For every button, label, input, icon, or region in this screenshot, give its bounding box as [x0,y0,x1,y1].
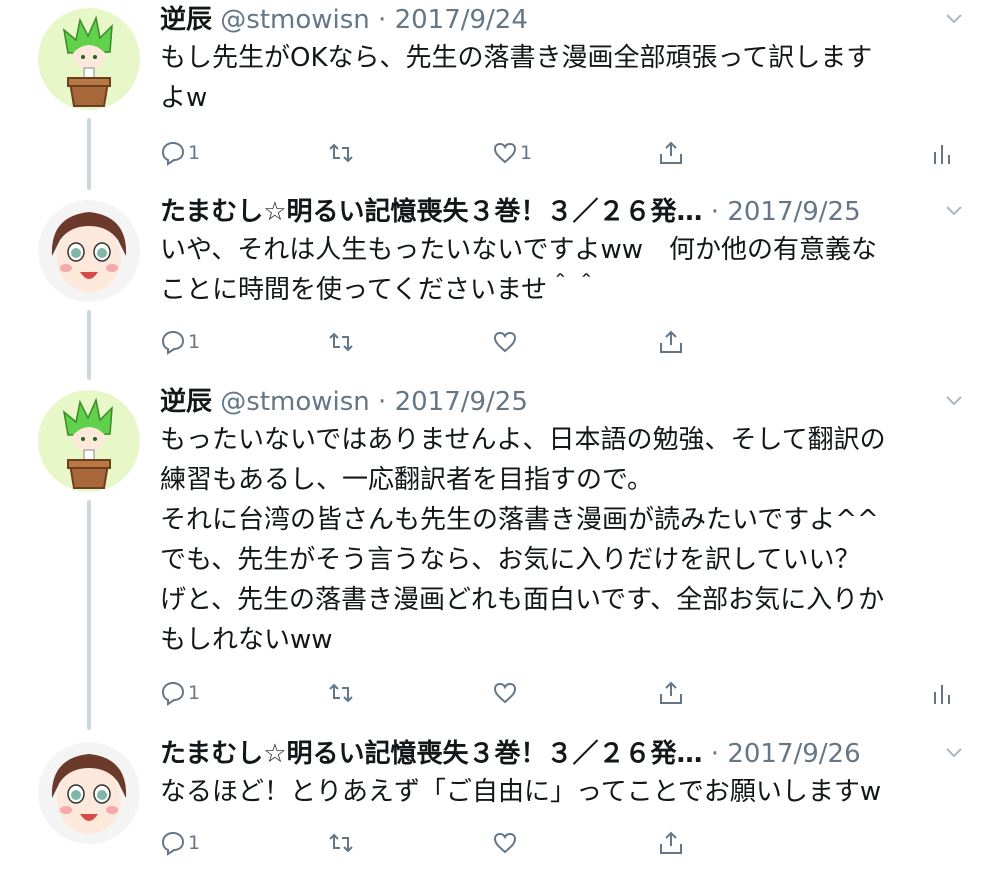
tweet-actions: 1 1 [160,138,960,168]
retweet-icon [329,143,353,163]
tweet-text-line: もしれないww [160,625,333,655]
separator: · [369,387,395,417]
tweet-actions: 1 [160,828,960,858]
tweet-text: なるほど！とりあえず「ご自由に」ってことでお願いしますw [160,772,960,812]
green-hair-plant-pot-avatar-icon [38,390,140,492]
like-button[interactable] [492,327,518,357]
like-button[interactable] [492,678,518,708]
tweet-text-line: もったいないではありませんよ、日本語の勉強、そして翻訳の [160,425,886,455]
tweet-text: いや、それは人生もったいないですよww 何か他の有意義な ことに時間を使ってくだ… [160,230,960,310]
avatar[interactable] [38,200,140,302]
share-button[interactable] [658,327,684,357]
user-handle[interactable]: @stmowisn [220,387,370,417]
tweet-text-line: よw [160,83,208,113]
tweet-text-line: げと、先生の落書き漫画どれも面白いです、全部お気に入りか [160,585,885,615]
share-button[interactable] [658,678,684,708]
reply-count: 1 [188,832,201,854]
like-button[interactable] [492,828,518,858]
reply-count: 1 [188,331,201,353]
tweet-text-line: もし先生がOKなら、先生の落書き漫画全部頑張って訳します [160,43,873,73]
retweet-button[interactable] [328,138,354,168]
tweet-header: たまむし☆明るい記憶喪失３巻！３／２６発… · 2017/9/25 [160,192,964,232]
brown-hair-girl-avatar-icon [38,742,140,844]
tweet-date[interactable]: 2017/9/26 [727,739,860,769]
analytics-icon [934,145,950,164]
heart-icon [493,142,517,164]
share-icon [660,831,682,854]
display-name[interactable]: 逆辰 [160,387,212,417]
chevron-down-icon[interactable] [944,12,964,26]
user-handle[interactable]: @stmowisn [220,5,370,35]
retweet-icon [329,683,353,703]
analytics-button[interactable] [932,138,952,168]
retweet-button[interactable] [328,327,354,357]
tweet-text-line: ことに時間を使ってくださいませ＾＾ [160,275,600,305]
display-name[interactable]: たまむし☆明るい記憶喪失３巻！３／２６発… [160,739,703,769]
chevron-down-icon[interactable] [944,746,964,760]
thread-line [87,500,91,730]
separator: · [369,5,395,35]
tweet-header: 逆辰 @stmowisn · 2017/9/24 [160,0,964,40]
tweet-text-line: それに台湾の皆さんも先生の落書き漫画が読みたいですよ^^ [160,505,879,535]
heart-icon [493,832,517,854]
analytics-button[interactable] [932,678,952,708]
reply-icon [161,681,185,706]
reply-count: 1 [188,682,201,704]
tweet-date[interactable]: 2017/9/24 [395,5,528,35]
tweet-text: もったいないではありませんよ、日本語の勉強、そして翻訳の 練習もあるし、一応翻訳… [160,420,960,660]
separator: · [710,739,728,769]
share-icon [660,141,682,164]
tweet-actions: 1 [160,327,960,357]
like-button[interactable]: 1 [492,138,532,168]
reply-button[interactable]: 1 [160,678,200,708]
tweet-text: もし先生がOKなら、先生の落書き漫画全部頑張って訳します よw [160,38,960,118]
tweet-text-line: 練習もあるし、一応翻訳者を目指すので。 [160,465,653,495]
retweet-button[interactable] [328,678,354,708]
retweet-icon [329,332,353,352]
display-name[interactable]: 逆辰 [160,5,212,35]
tweet-3[interactable]: 逆辰 @stmowisn · 2017/9/25 もったいないではありませんよ、… [0,380,1000,730]
share-icon [660,330,682,353]
reply-count: 1 [188,142,201,164]
tweet-header: 逆辰 @stmowisn · 2017/9/25 [160,382,964,422]
tweet-4[interactable]: たまむし☆明るい記憶喪失３巻！３／２６発… · 2017/9/26 なるほど！と… [0,730,1000,870]
reply-button[interactable]: 1 [160,138,200,168]
reply-button[interactable]: 1 [160,327,200,357]
avatar[interactable] [38,8,140,110]
share-button[interactable] [658,138,684,168]
share-icon [660,681,682,704]
retweet-icon [329,833,353,853]
tweet-text-line: でも、先生がそう言うなら、お気に入りだけを訳していい？ [160,545,861,575]
chevron-down-icon[interactable] [944,394,964,408]
display-name[interactable]: たまむし☆明るい記憶喪失３巻！３／２６発… [160,197,703,227]
heart-icon [493,682,517,704]
tweet-2[interactable]: たまむし☆明るい記憶喪失３巻！３／２６発… · 2017/9/25 いや、それは… [0,190,1000,380]
tweet-text-line: なるほど！とりあえず「ご自由に」ってことでお願いしますw [160,777,882,807]
brown-hair-girl-avatar-icon [38,200,140,302]
avatar[interactable] [38,742,140,844]
tweet-actions: 1 [160,678,960,708]
share-button[interactable] [658,828,684,858]
tweet-date[interactable]: 2017/9/25 [727,197,860,227]
green-hair-plant-pot-avatar-icon [38,8,140,110]
avatar[interactable] [38,390,140,492]
reply-icon [161,141,185,166]
reply-icon [161,330,185,355]
tweet-text-line: いや、それは人生もったいないですよww 何か他の有意義な [160,235,877,265]
retweet-button[interactable] [328,828,354,858]
analytics-icon [934,685,950,704]
tweet-date[interactable]: 2017/9/25 [395,387,528,417]
like-count: 1 [520,142,533,164]
reply-icon [161,831,185,856]
chevron-down-icon[interactable] [944,204,964,218]
separator: · [710,197,728,227]
reply-button[interactable]: 1 [160,828,200,858]
tweet-1[interactable]: 逆辰 @stmowisn · 2017/9/24 もし先生がOKなら、先生の落書… [0,0,1000,190]
tweet-header: たまむし☆明るい記憶喪失３巻！３／２６発… · 2017/9/26 [160,734,964,774]
heart-icon [493,331,517,353]
thread-line [87,118,91,190]
thread-line [87,310,91,380]
